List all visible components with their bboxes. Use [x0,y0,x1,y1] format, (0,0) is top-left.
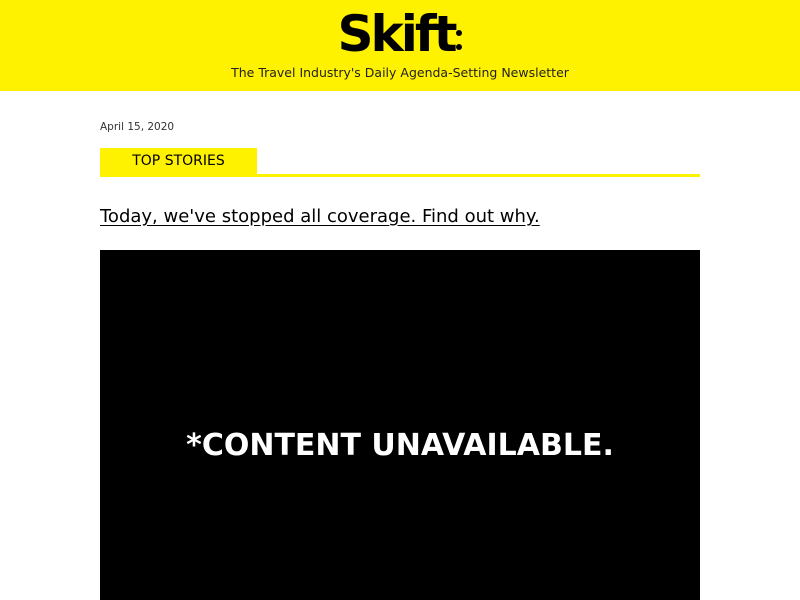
skift-logo[interactable]: Skift [0,4,800,64]
logo-dots-icon [455,18,463,58]
issue-date: April 15, 2020 [100,121,175,133]
tagline: The Travel Industry's Daily Agenda-Setti… [231,65,569,80]
section-header: TOP STORIES [100,148,700,177]
header-banner: Skift The Travel Industry's Daily Agenda… [0,0,800,91]
content-unavailable-text: *CONTENT UNAVAILABLE. [186,428,614,463]
section-label-top-stories: TOP STORIES [100,148,257,174]
section-divider [100,174,700,177]
headline-link[interactable]: Today, we've stopped all coverage. Find … [100,206,540,227]
logo-text: Skift [337,5,457,63]
content-unavailable-image: *CONTENT UNAVAILABLE. [100,250,700,600]
